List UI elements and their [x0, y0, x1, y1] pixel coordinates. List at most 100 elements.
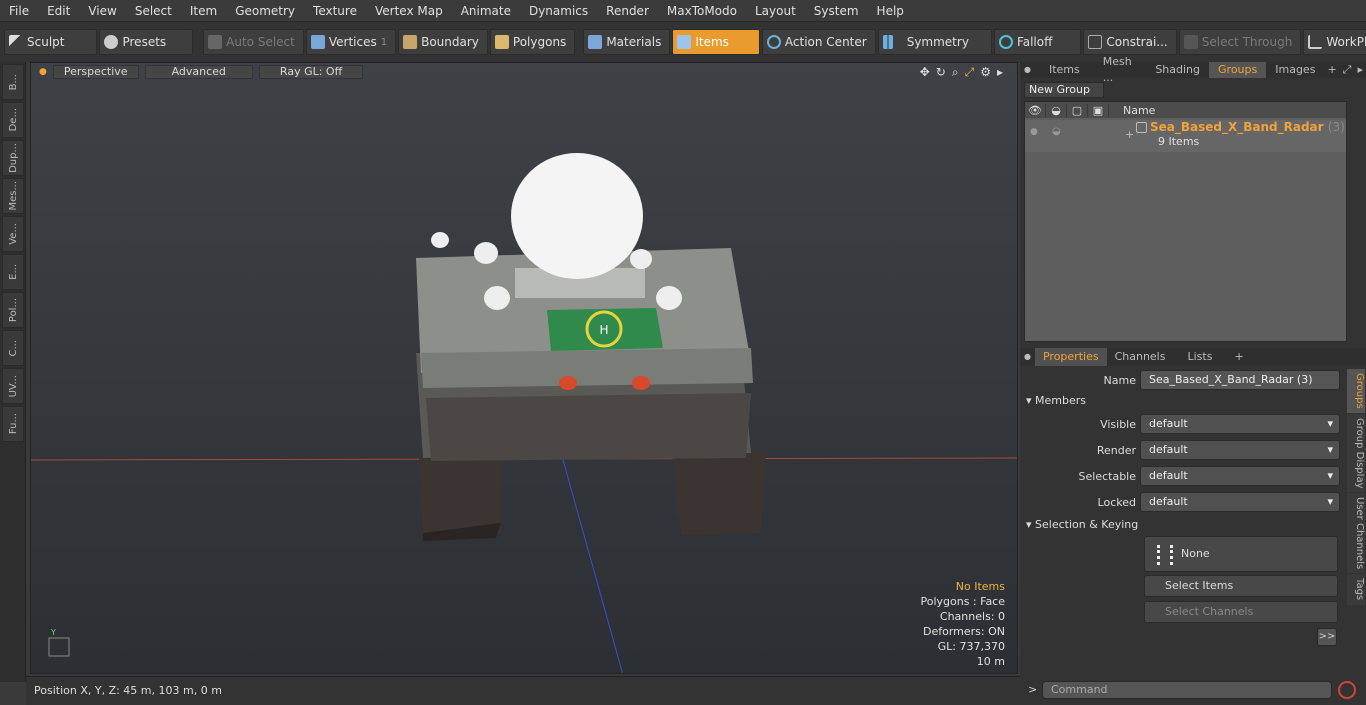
left-tab[interactable]: B...: [2, 64, 24, 100]
menu-select[interactable]: Select: [126, 0, 181, 22]
tab-shading[interactable]: Shading: [1146, 62, 1209, 78]
members-section[interactable]: Members: [1026, 394, 1340, 408]
crosshair-icon: [766, 35, 781, 49]
command-input[interactable]: Command: [1042, 681, 1332, 699]
position-readout: Position X, Y, Z: 45 m, 103 m, 0 m: [34, 684, 222, 697]
left-tab[interactable]: Ve...: [2, 216, 24, 252]
expand-plus-icon[interactable]: +: [1125, 128, 1134, 141]
sculpt-button[interactable]: Sculpt: [4, 29, 98, 55]
record-icon[interactable]: [1338, 681, 1356, 699]
left-tool-tabs: B... De... Dup... Mes... Ve... E... Pol.…: [0, 62, 26, 682]
tab-properties[interactable]: Properties: [1034, 348, 1107, 366]
menu-item[interactable]: Item: [181, 0, 226, 22]
left-tab[interactable]: De...: [2, 102, 24, 138]
more-button[interactable]: >>: [1317, 628, 1337, 646]
visibility-col-icon[interactable]: 👁: [1025, 103, 1046, 117]
left-tab[interactable]: C...: [2, 330, 24, 366]
vtab-group-display[interactable]: Group Display: [1347, 413, 1365, 493]
group-icon: [1136, 122, 1147, 133]
small-dome-1: [474, 242, 498, 264]
lifeboat-2: [632, 376, 650, 390]
left-tab[interactable]: E...: [2, 254, 24, 290]
group-list: 👁 ◒ ▢ ▣ Name ● ◒ + Sea_Based_X_Band_Rada…: [1024, 101, 1347, 342]
tab-channels[interactable]: Channels: [1107, 348, 1174, 366]
falloff-button[interactable]: Falloff: [993, 29, 1082, 55]
menu-help[interactable]: Help: [868, 0, 913, 22]
select-channels-button[interactable]: Select Channels: [1144, 601, 1338, 623]
tab-images[interactable]: Images: [1266, 62, 1324, 78]
small-dome-3: [656, 286, 682, 310]
top-tab-bar: ● Items Mesh ... Shading Groups Images +…: [1020, 55, 1366, 84]
lock-col-icon[interactable]: ▢: [1067, 103, 1088, 117]
menu-texture[interactable]: Texture: [304, 0, 366, 22]
render-col-icon[interactable]: ◒: [1046, 103, 1067, 117]
vertices-icon: [310, 35, 325, 49]
materials-button[interactable]: Materials: [583, 29, 671, 55]
status-bar: Position X, Y, Z: 45 m, 103 m, 0 m: [26, 676, 1020, 705]
add-tab-icon[interactable]: +: [1324, 62, 1339, 78]
auto-select-button[interactable]: Auto Select: [203, 29, 304, 55]
left-tab[interactable]: Mes...: [2, 178, 24, 214]
workplane-button[interactable]: WorkPlane: [1303, 29, 1366, 55]
menu-layout[interactable]: Layout: [746, 0, 805, 22]
menu-view[interactable]: View: [79, 0, 125, 22]
constraints-button[interactable]: Constrai...: [1083, 29, 1177, 55]
tab-lists[interactable]: Lists: [1173, 348, 1226, 366]
menu-system[interactable]: System: [805, 0, 868, 22]
menu-render[interactable]: Render: [597, 0, 658, 22]
tab-items[interactable]: Items: [1035, 62, 1094, 78]
panel-arrow-icon[interactable]: ▸: [1354, 62, 1366, 78]
deck-side: [421, 348, 753, 388]
info-channels: Channels: 0: [939, 610, 1005, 623]
vtab-user-channels[interactable]: User Channels: [1347, 493, 1365, 574]
main-toolbar: Sculpt Presets Auto Select Vertices 1 Bou…: [0, 22, 1366, 62]
locked-select[interactable]: default: [1140, 492, 1340, 512]
boundary-button[interactable]: Boundary: [398, 29, 488, 55]
selectable-select[interactable]: default: [1140, 466, 1340, 486]
menu-animate[interactable]: Animate: [452, 0, 520, 22]
visible-select[interactable]: default: [1140, 414, 1340, 434]
key-icon: [1157, 545, 1173, 565]
vertices-button[interactable]: Vertices 1: [305, 29, 397, 55]
info-gl: GL: 737,370: [937, 640, 1005, 653]
name-field[interactable]: Sea_Based_X_Band_Radar (3): [1140, 370, 1340, 390]
menu-geometry[interactable]: Geometry: [226, 0, 304, 22]
select-items-button[interactable]: Select Items: [1144, 575, 1338, 597]
new-group-button[interactable]: New Group: [1024, 82, 1104, 98]
menu-file[interactable]: File: [0, 0, 38, 22]
left-tab[interactable]: Dup...: [2, 140, 24, 176]
tab-groups[interactable]: Groups: [1209, 62, 1267, 78]
side-vertical-tabs: Groups Group Display User Channels Tags: [1346, 368, 1366, 618]
menu-maxtomodo[interactable]: MaxToModo: [658, 0, 746, 22]
vtab-tags[interactable]: Tags: [1347, 574, 1365, 605]
panel-menu-dot-icon[interactable]: ●: [1020, 62, 1035, 78]
left-tab[interactable]: UV...: [2, 368, 24, 404]
menu-vertex-map[interactable]: Vertex Map: [366, 0, 452, 22]
group-name[interactable]: Sea_Based_X_Band_Radar (3): [1150, 120, 1345, 134]
presets-button[interactable]: Presets: [99, 29, 194, 55]
select-through-button[interactable]: Select Through: [1178, 29, 1302, 55]
small-dome-5: [431, 232, 449, 248]
menu-edit[interactable]: Edit: [38, 0, 79, 22]
action-center-button[interactable]: Action Center: [761, 29, 876, 55]
group-row[interactable]: ● ◒ + Sea_Based_X_Band_Radar (3) 9 Items: [1025, 120, 1346, 152]
none-button[interactable]: None: [1144, 536, 1338, 572]
eye-icon[interactable]: ●: [1030, 127, 1038, 137]
render-select[interactable]: default: [1140, 440, 1340, 460]
selection-keying-section[interactable]: Selection & Keying: [1026, 518, 1340, 532]
panel-menu-dot-icon[interactable]: ●: [1020, 348, 1035, 366]
menu-dynamics[interactable]: Dynamics: [520, 0, 597, 22]
add-tab-icon[interactable]: +: [1226, 348, 1251, 366]
3d-viewport[interactable]: ● Perspective Advanced Ray GL: Off ✥ ↻ ⌕…: [30, 62, 1018, 674]
polygons-icon: [494, 35, 509, 49]
left-tab[interactable]: Pol...: [2, 292, 24, 328]
name-col-header[interactable]: Name: [1109, 104, 1155, 117]
polygons-button[interactable]: Polygons: [489, 29, 576, 55]
items-button[interactable]: Items: [672, 29, 760, 55]
symmetry-button[interactable]: Symmetry: [877, 29, 992, 55]
vtab-groups[interactable]: Groups: [1347, 369, 1365, 413]
expand-icon[interactable]: ⤢: [1340, 62, 1355, 78]
left-tab[interactable]: Fu...: [2, 406, 24, 442]
select-col-icon[interactable]: ▣: [1088, 103, 1109, 117]
render-icon[interactable]: ◒: [1052, 126, 1061, 137]
